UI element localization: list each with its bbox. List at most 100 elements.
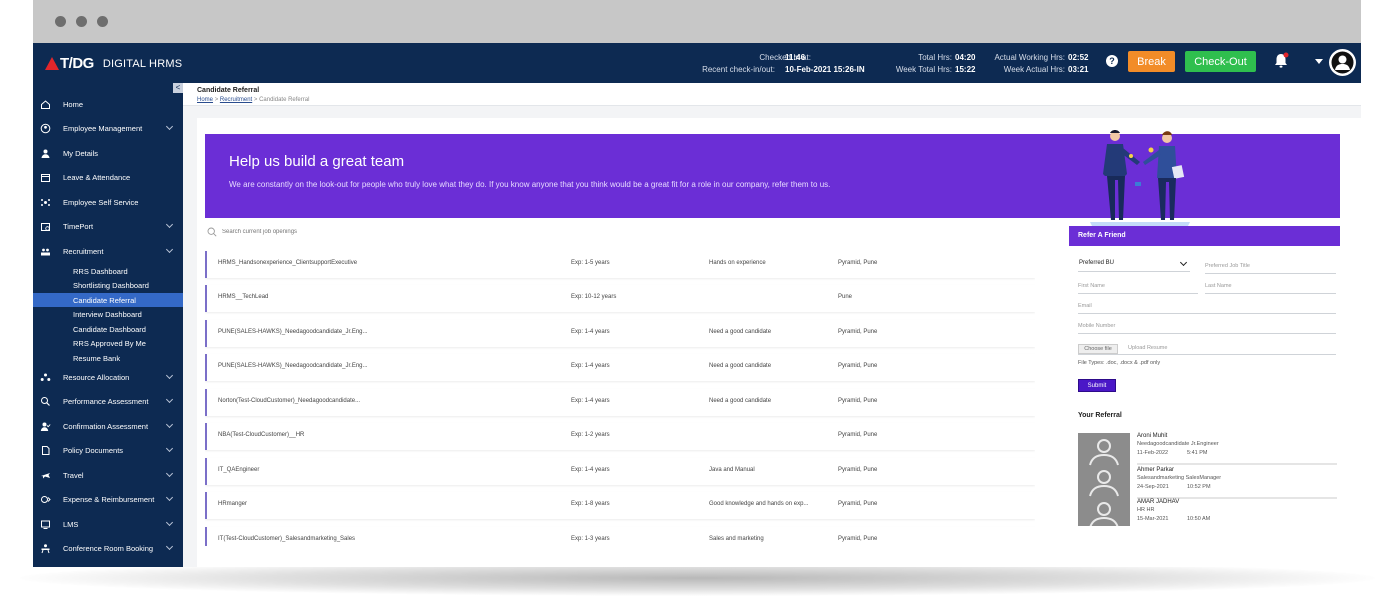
job-description: Need a good candidate xyxy=(709,363,772,369)
referral-photo xyxy=(1078,433,1130,526)
break-button[interactable]: Break xyxy=(1128,51,1175,72)
sidebar-item-conference-room-booking[interactable]: Conference Room Booking xyxy=(33,539,183,557)
sidebar-item-timeport[interactable]: TimePort xyxy=(33,217,183,235)
job-experience: Exp: 1-5 years xyxy=(571,260,610,266)
job-description: Sales and marketing xyxy=(709,536,764,542)
sidebar-item-lms[interactable]: LMS xyxy=(33,515,183,533)
referral-time: 10:52 PM xyxy=(1187,484,1211,490)
job-row[interactable]: NBA(Test-CloudCustomer)__HR Exp: 1-2 yea… xyxy=(205,423,1035,450)
app-name: DIGITAL HRMS xyxy=(102,57,183,70)
lms-icon xyxy=(41,520,50,529)
job-search-input[interactable] xyxy=(222,226,622,238)
job-experience: Exp: 1-2 years xyxy=(571,432,610,438)
sidebar-item-home[interactable]: Home xyxy=(33,95,183,113)
sidebar-sub-label: RRS Approved By Me xyxy=(73,339,146,348)
job-row[interactable]: IT_QAEngineer Exp: 1-4 years Java and Ma… xyxy=(205,458,1035,485)
plane-icon xyxy=(41,472,50,478)
email-field[interactable]: Email xyxy=(1078,302,1336,314)
week-total-label: Week Total Hrs: xyxy=(895,65,952,74)
job-row[interactable]: Norton(Test-CloudCustomer)_Needagoodcand… xyxy=(205,389,1035,416)
sidebar-item-employee-management[interactable]: Employee Management xyxy=(33,119,183,137)
referral-name: Aroni Muhit xyxy=(1137,433,1168,439)
sidebar-item-travel[interactable]: Travel xyxy=(33,466,183,484)
first-name-field[interactable]: First Name xyxy=(1078,282,1198,294)
sidebar-sub-interview-dashboard[interactable]: Interview Dashboard xyxy=(33,307,183,321)
submit-button[interactable]: Submit xyxy=(1078,379,1116,392)
sidebar-item-label: Conference Room Booking xyxy=(63,543,154,553)
user-icon xyxy=(41,149,50,158)
sidebar-item-confirmation-assessment[interactable]: Confirmation Assessment xyxy=(33,417,183,435)
job-list: HRMS_Handsonexperience_ClientsupportExec… xyxy=(205,251,1035,546)
page-header: Candidate Referral Home > Recruitment > … xyxy=(183,83,1361,106)
referral-item[interactable]: Aroni Muhit Needagoodcandidate Jr.Engine… xyxy=(1137,433,1337,465)
sidebar-item-leave-attendance[interactable]: Leave & Attendance xyxy=(33,168,183,186)
job-row[interactable]: PUNE(SALES-HAWKS)_Needagoodcandidate_Jr.… xyxy=(205,354,1035,381)
sidebar-item-label: TimePort xyxy=(63,221,94,231)
help-icon[interactable]: ? xyxy=(1106,55,1118,67)
app-logo[interactable]: T/DG DIGITAL HRMS xyxy=(45,55,182,72)
preferred-bu-value: Preferred BU xyxy=(1079,260,1115,266)
window-control-dot[interactable] xyxy=(76,16,87,27)
job-location: Pyramid, Pune xyxy=(838,329,878,335)
sidebar-item-label: Recruitment xyxy=(63,246,104,256)
bell-icon[interactable] xyxy=(1273,52,1289,70)
job-row[interactable]: HRmanger Exp: 1-8 years Good knowledge a… xyxy=(205,492,1035,519)
job-row[interactable]: IT(Test-CloudCustomer)_Salesandmarketing… xyxy=(205,527,1035,546)
sidebar-sub-resume-bank[interactable]: Resume Bank xyxy=(33,351,183,365)
clock-calendar-icon xyxy=(41,222,50,231)
window-control-dot[interactable] xyxy=(97,16,108,27)
preferred-bu-select[interactable]: Preferred BU xyxy=(1078,258,1190,272)
avatar[interactable] xyxy=(1329,49,1356,76)
sidebar-sub-rrs-dashboard[interactable]: RRS Dashboard xyxy=(33,264,183,278)
sidebar-item-policy-documents[interactable]: Policy Documents xyxy=(33,441,183,459)
checkout-button[interactable]: Check-Out xyxy=(1185,51,1256,72)
job-row[interactable]: PUNE(SALES-HAWKS)_Needagoodcandidate_Jr.… xyxy=(205,320,1035,347)
job-row[interactable]: HRMS_Handsonexperience_ClientsupportExec… xyxy=(205,251,1035,278)
last-name-placeholder: Last Name xyxy=(1205,283,1232,289)
sidebar-item-my-details[interactable]: My Details xyxy=(33,144,183,162)
week-actual-value: 03:21 xyxy=(1068,65,1089,74)
chevron-down-icon xyxy=(165,518,174,527)
job-location: Pyramid, Pune xyxy=(838,260,878,266)
sidebar-sub-shortlisting-dashboard[interactable]: Shortlisting Dashboard xyxy=(33,278,183,292)
resource-icon xyxy=(40,373,51,381)
person-placeholder-icon xyxy=(1089,439,1119,526)
sidebar-item-employee-self-service[interactable]: Employee Self Service xyxy=(33,193,183,211)
week-actual-label: Week Actual Hrs: xyxy=(1003,65,1065,74)
profile-dropdown-caret-icon[interactable] xyxy=(1315,59,1323,64)
sidebar-item-resource-allocation[interactable]: Resource Allocation xyxy=(33,368,183,386)
job-title: NBA(Test-CloudCustomer)__HR xyxy=(218,432,305,438)
sidebar-item-label: Home xyxy=(63,99,84,109)
job-row[interactable]: HRMS__TechLead Exp: 10-12 years Pune xyxy=(205,285,1035,312)
sidebar-item-label: My Details xyxy=(63,148,99,158)
mobile-number-field[interactable]: Mobile Number xyxy=(1078,322,1336,334)
first-name-placeholder: First Name xyxy=(1078,283,1105,289)
sidebar-sub-rrs-approved-by-me[interactable]: RRS Approved By Me xyxy=(33,336,183,350)
confirmation-icon xyxy=(40,422,51,431)
chevron-down-icon xyxy=(165,220,174,229)
job-title: PUNE(SALES-HAWKS)_Needagoodcandidate_Jr.… xyxy=(218,363,368,369)
sidebar-item-recruitment[interactable]: Recruitment xyxy=(33,242,183,260)
preferred-job-title-field[interactable]: Preferred Job Title xyxy=(1205,262,1336,274)
sidebar-sub-candidate-referral[interactable]: Candidate Referral xyxy=(33,293,183,307)
referral-item[interactable]: AMAR JADHAV HR HR 15-Mar-2021 10:50 AM xyxy=(1137,499,1337,531)
sidebar-item-expense-reimbursement[interactable]: Expense & Reimbursement xyxy=(33,490,183,508)
job-experience: Exp: 1-4 years xyxy=(571,467,610,473)
breadcrumb-home-link[interactable]: Home xyxy=(197,97,213,103)
last-name-field[interactable]: Last Name xyxy=(1205,282,1336,294)
sidebar-item-label: Leave & Attendance xyxy=(63,172,131,182)
breadcrumb-current: Candidate Referral xyxy=(259,97,310,103)
breadcrumb: Home > Recruitment > Candidate Referral xyxy=(197,97,309,103)
preferred-job-title-placeholder: Preferred Job Title xyxy=(1205,263,1250,269)
sidebar-sub-label: RRS Dashboard xyxy=(73,267,128,276)
sidebar-item-performance-assessment[interactable]: Performance Assessment xyxy=(33,392,183,410)
sidebar-item-label: Policy Documents xyxy=(63,445,124,455)
mobile-number-placeholder: Mobile Number xyxy=(1078,323,1116,329)
job-title: HRmanger xyxy=(218,501,248,507)
sidebar-collapse-button[interactable]: < xyxy=(173,83,183,93)
sidebar-item-label: Confirmation Assessment xyxy=(63,421,149,431)
breadcrumb-recruitment-link[interactable]: Recruitment xyxy=(220,97,252,103)
window-control-dot[interactable] xyxy=(55,16,66,27)
sidebar-sub-candidate-dashboard[interactable]: Candidate Dashboard xyxy=(33,322,183,336)
referral-item[interactable]: Ahmer Parkar Salesandmarketing SalesMana… xyxy=(1137,467,1337,499)
